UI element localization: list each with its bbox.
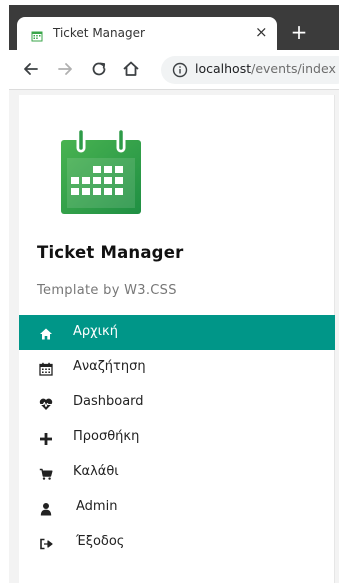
home-page-icon[interactable]	[121, 59, 141, 79]
sign-out-icon	[39, 536, 53, 550]
app-subtitle: Template by W3.CSS	[37, 283, 177, 298]
user-icon	[39, 501, 53, 516]
cart-icon	[39, 466, 53, 480]
address-bar[interactable]: localhost/events/index	[161, 56, 339, 84]
browser-window: Ticket Manager × + localhost/events/inde…	[9, 5, 339, 583]
plus-icon	[39, 431, 53, 445]
forward-arrow-icon[interactable]	[55, 59, 75, 79]
sidebar-item-label: Admin	[76, 499, 118, 514]
sidebar-item-label: Καλάθι	[73, 464, 119, 479]
sidebar-item-label: Έξοδος	[76, 534, 125, 549]
tab-title: Ticket Manager	[53, 26, 145, 40]
reload-icon[interactable]	[89, 59, 109, 79]
heartbeat-icon	[39, 396, 53, 410]
browser-tab[interactable]: Ticket Manager ×	[17, 17, 277, 50]
calendar-icon	[39, 361, 53, 376]
sidebar-item-admin[interactable]: Admin	[19, 490, 335, 525]
back-arrow-icon[interactable]	[21, 59, 41, 79]
url-host: localhost	[195, 61, 252, 76]
browser-toolbar: localhost/events/index	[9, 50, 339, 90]
home-icon	[39, 326, 53, 340]
sidebar-item-add[interactable]: Προσθήκη	[19, 420, 335, 455]
url-text: localhost/events/index	[195, 61, 336, 76]
close-tab-icon[interactable]: ×	[255, 23, 268, 41]
app-title: Ticket Manager	[37, 243, 184, 262]
info-icon[interactable]	[172, 62, 188, 78]
sidebar-item-label: Προσθήκη	[73, 429, 140, 444]
sidebar-item-label: Αρχική	[73, 324, 118, 339]
calendar-logo-icon	[59, 127, 143, 216]
sidebar-item-label: Αναζήτηση	[73, 359, 146, 374]
new-tab-icon[interactable]: +	[287, 21, 311, 45]
url-path: /events/index	[251, 61, 336, 76]
calendar-favicon-icon	[31, 27, 43, 42]
sidebar-menu: Αρχική Αναζήτηση Dashboard Προσθήκη Καλά…	[19, 315, 335, 560]
sidebar: Ticket Manager Template by W3.CSS Αρχική…	[19, 95, 335, 583]
sidebar-item-logout[interactable]: Έξοδος	[19, 525, 335, 560]
sidebar-item-cart[interactable]: Καλάθι	[19, 455, 335, 490]
sidebar-item-label: Dashboard	[73, 394, 144, 409]
sidebar-item-dashboard[interactable]: Dashboard	[19, 385, 335, 420]
sidebar-item-search[interactable]: Αναζήτηση	[19, 350, 335, 385]
tab-strip: Ticket Manager × +	[9, 5, 339, 50]
sidebar-item-home[interactable]: Αρχική	[19, 315, 335, 350]
